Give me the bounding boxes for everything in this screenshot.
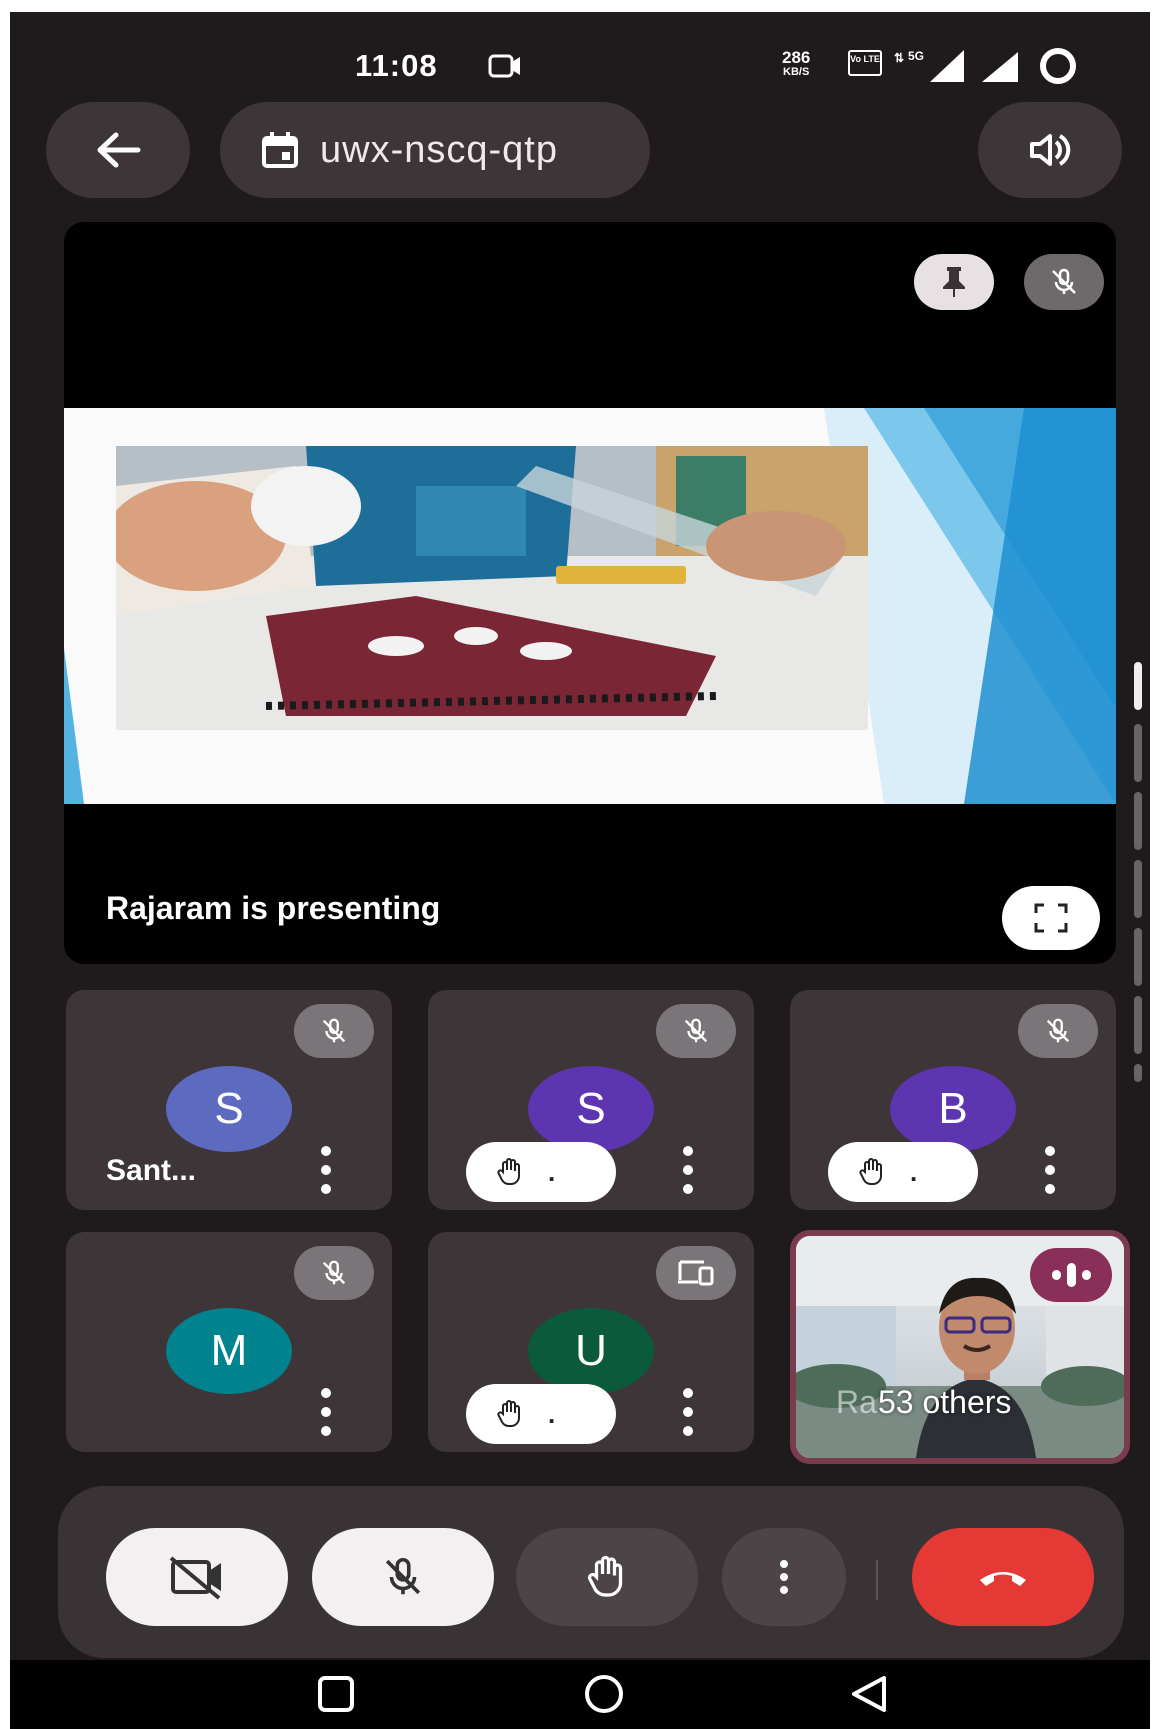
scroll-segment: [1134, 724, 1142, 782]
device-indicator: [656, 1246, 736, 1300]
raise-hand-button[interactable]: [516, 1528, 698, 1626]
fullscreen-button[interactable]: [1002, 886, 1100, 950]
circle-icon: [585, 1675, 623, 1713]
mic-off-icon: [322, 1260, 346, 1285]
status-time: 11:08: [355, 48, 438, 83]
avatar: M: [166, 1308, 292, 1394]
square-icon: [318, 1676, 354, 1712]
back-nav-button[interactable]: [846, 1670, 894, 1723]
presenter-muted-indicator: [1024, 254, 1104, 310]
shared-slide: [64, 408, 1116, 804]
screen-record-icon: [488, 52, 524, 85]
mic-off-icon: [385, 1557, 421, 1595]
scroll-segment: [1134, 792, 1142, 850]
avatar: S: [528, 1066, 654, 1152]
more-options-button[interactable]: [722, 1528, 846, 1626]
mic-off-icon: [322, 1018, 346, 1043]
audio-output-button[interactable]: [978, 102, 1122, 198]
more-vert-icon: [780, 1560, 788, 1594]
system-nav-bar: [10, 1660, 1150, 1729]
meet-screen: 11:08 286 KB/S Vo LTE ⇅ 5G uwx-nscq-qtp …: [10, 12, 1150, 1729]
participant-tile[interactable]: U .: [428, 1232, 754, 1452]
call-end-icon: [980, 1572, 1026, 1586]
avatar: S: [166, 1066, 292, 1152]
pin-button[interactable]: [914, 254, 994, 310]
raised-hand-icon: [497, 1158, 520, 1186]
participant-tile[interactable]: S .: [428, 990, 754, 1210]
volte-icon: Vo LTE: [848, 50, 882, 76]
scroll-segment: [1134, 1064, 1142, 1082]
hand-chip-text: .: [548, 1398, 556, 1429]
more-options-button[interactable]: [1040, 1146, 1060, 1194]
network-speed: 286 KB/S: [782, 48, 811, 78]
battery-ring-icon: [1040, 48, 1076, 84]
meeting-info-button[interactable]: uwx-nscq-qtp: [220, 102, 650, 198]
others-count-label: 53 others: [878, 1384, 1012, 1420]
more-options-button[interactable]: [316, 1146, 336, 1194]
fullscreen-icon: [1034, 903, 1068, 933]
raised-hand-icon: [859, 1158, 882, 1186]
participant-tile[interactable]: M: [66, 1232, 392, 1452]
home-button[interactable]: [580, 1670, 628, 1723]
calendar-icon: [262, 132, 298, 168]
network-speed-unit: KB/S: [783, 66, 810, 78]
muted-indicator: [294, 1004, 374, 1058]
slide-photo: [116, 446, 868, 730]
svg-text:⇅: ⇅: [894, 51, 904, 65]
more-options-button[interactable]: [678, 1388, 698, 1436]
network-speed-value: 286: [782, 48, 811, 67]
scroll-segment: [1134, 996, 1142, 1054]
status-bar: 11:08 286 KB/S Vo LTE ⇅ 5G: [10, 12, 1150, 112]
signal-icon: [980, 50, 1022, 89]
avatar: U: [528, 1308, 654, 1394]
participant-name: Ra: [836, 1384, 877, 1420]
raised-hand-chip: .: [466, 1384, 616, 1444]
more-options-button[interactable]: [316, 1388, 336, 1436]
muted-indicator: [656, 1004, 736, 1058]
raised-hand-chip: .: [828, 1142, 978, 1202]
recents-button[interactable]: [312, 1670, 360, 1723]
arrow-back-icon: [97, 132, 141, 168]
others-video-tile[interactable]: Ra 53 others: [790, 1230, 1130, 1464]
muted-indicator: [1018, 1004, 1098, 1058]
devices-icon: [678, 1260, 714, 1286]
camera-off-icon: [169, 1556, 221, 1600]
triangle-back-icon: [852, 1676, 886, 1712]
signal-label: 5G: [908, 49, 924, 63]
participant-tile[interactable]: B .: [790, 990, 1116, 1210]
hand-chip-text: .: [910, 1156, 918, 1187]
avatar: B: [890, 1066, 1016, 1152]
camera-toggle-button[interactable]: [106, 1528, 288, 1626]
meeting-code: uwx-nscq-qtp: [320, 128, 558, 171]
scroll-segment: [1134, 860, 1142, 918]
raised-hand-chip: .: [466, 1142, 616, 1202]
pin-icon: [943, 267, 965, 297]
more-options-button[interactable]: [678, 1146, 698, 1194]
call-controls: [58, 1486, 1124, 1658]
controls-divider: [876, 1560, 878, 1600]
speaker-icon: [1030, 134, 1071, 166]
signal-5g-icon: ⇅ 5G: [890, 48, 970, 89]
muted-indicator: [294, 1246, 374, 1300]
hand-chip-text: .: [548, 1156, 556, 1187]
speaking-indicator: [1030, 1248, 1112, 1302]
raised-hand-icon: [497, 1400, 520, 1428]
scroll-thumb[interactable]: [1134, 662, 1142, 710]
presenting-label: Rajaram is presenting: [106, 890, 441, 926]
mic-off-icon: [684, 1018, 708, 1043]
mic-off-icon: [1046, 1018, 1070, 1043]
end-call-button[interactable]: [912, 1528, 1094, 1626]
participant-tile[interactable]: S Sant...: [66, 990, 392, 1210]
back-button[interactable]: [46, 102, 190, 198]
participant-name: Sant...: [106, 1154, 197, 1187]
microphone-toggle-button[interactable]: [312, 1528, 494, 1626]
raised-hand-icon: [587, 1555, 623, 1597]
presentation-tile[interactable]: Rajaram is presenting: [64, 222, 1116, 964]
scroll-segment: [1134, 928, 1142, 986]
scroll-indicator[interactable]: [1134, 662, 1144, 1082]
mic-off-icon: [1052, 268, 1076, 294]
